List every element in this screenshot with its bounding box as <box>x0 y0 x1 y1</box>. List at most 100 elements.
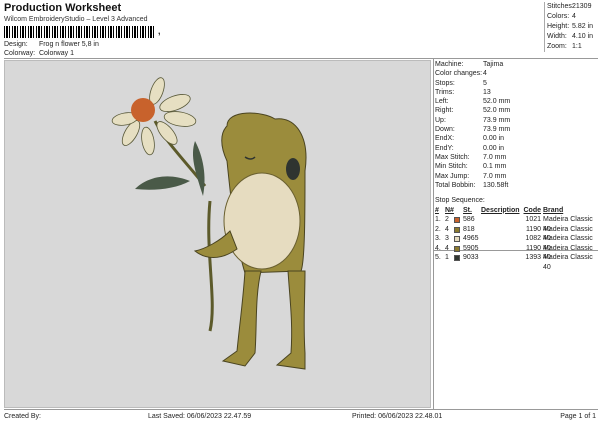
thread-code: 1190 <box>525 225 541 233</box>
param-row: EndX: 0.00 in <box>435 134 598 143</box>
thread-color-swatch <box>454 226 460 233</box>
stat-row: Zoom: 1:1 <box>545 42 598 52</box>
param-value: 4 <box>483 70 487 78</box>
param-value: 0.00 in <box>483 144 505 152</box>
software-subtitle: Wilcom EmbroideryStudio – Level 3 Advanc… <box>4 16 148 23</box>
param-label: Stops: <box>435 79 455 87</box>
col-st: St. <box>463 206 472 214</box>
param-row: Up: 73.9 mm <box>435 116 598 125</box>
thread-brand: Madeira Classic 40 <box>543 254 593 271</box>
stat-label: Colors: <box>547 13 570 20</box>
footer-divider <box>4 409 598 410</box>
barcode-tail: , <box>158 26 161 36</box>
colorway-label: Colorway: <box>4 50 36 57</box>
stitch-count: 818 <box>463 225 475 233</box>
param-row: Stops: 5 <box>435 79 598 88</box>
col-n: N# <box>445 206 454 214</box>
stat-row: Stitches: 21309 <box>545 2 598 12</box>
col-num: # <box>435 206 439 214</box>
thread-code: 1190 <box>525 244 541 252</box>
stop-num: 2. <box>435 225 441 233</box>
thread-description <box>481 225 523 235</box>
top-stats-panel: Stitches: 21309 Colors: 4 Height: 5.82 in W… <box>544 2 598 52</box>
stat-label: Height: <box>547 23 570 30</box>
thread-brand: Madeira Classic 40 <box>543 244 593 262</box>
last-saved: Last Saved: 06/06/2023 22.47.59 <box>148 413 252 420</box>
stop-row: 2. 4 818 1190 Madeira Classic 40 <box>435 225 598 243</box>
param-label: Max Stitch: <box>435 153 470 161</box>
param-value: 52.0 mm <box>483 107 511 115</box>
stat-label: Zoom: <box>547 43 567 50</box>
thread-description <box>481 244 523 254</box>
param-label: EndX: <box>435 135 455 143</box>
stop-row: 4. 4 5905 1190 Madeira Classic 40 <box>435 244 598 262</box>
param-row: EndY: 0.00 in <box>435 144 598 153</box>
param-label: Min Stitch: <box>435 163 468 171</box>
stat-row: Height: 5.82 in <box>545 22 598 32</box>
design-meta: Design: Frog n flower 5,8 in <box>4 41 99 48</box>
needle-num: 4 <box>445 225 449 233</box>
param-row: Right: 52.0 mm <box>435 106 598 115</box>
param-row: Max Jump: 7.0 mm <box>435 172 598 181</box>
stat-value: 4.10 in <box>572 33 594 40</box>
stat-label: Stitches: <box>547 3 574 10</box>
stop-sequence-title: Stop Sequence: <box>435 197 485 204</box>
page-number: Page 1 of 1 <box>560 413 596 420</box>
thread-description <box>481 215 523 225</box>
param-row: Color changes: 4 <box>435 69 598 78</box>
stitch-count: 5905 <box>463 244 479 252</box>
machine-params: Machine: Tajima Color changes: 4 Stops: 5 T… <box>435 60 598 190</box>
col-description: Description <box>481 206 520 214</box>
stat-row: Colors: 4 <box>545 12 598 22</box>
col-brand: Brand <box>543 206 564 214</box>
param-label: Trims: <box>435 88 455 96</box>
param-value: 7.0 mm <box>483 172 507 180</box>
col-swatch <box>454 206 463 216</box>
needle-num: 4 <box>445 244 449 252</box>
param-label: Total Bobbin: <box>435 181 476 189</box>
thread-color-swatch <box>454 217 460 223</box>
param-row: Left: 52.0 mm <box>435 97 598 106</box>
thread-code: 1021 <box>525 216 541 223</box>
needle-num: 2 <box>445 216 449 223</box>
param-label: Left: <box>435 98 449 106</box>
param-value: 0.1 mm <box>483 163 507 171</box>
stop-num: 3. <box>435 235 441 242</box>
stitch-count: 586 <box>463 216 475 223</box>
stop-row: 5. 1 9033 1393 Madeira Classic 40 <box>435 253 598 271</box>
header-divider <box>4 58 598 59</box>
thread-brand: Madeira Classic 40 <box>543 235 593 252</box>
colorway-meta: Colorway: Colorway 1 <box>4 50 74 57</box>
param-row: Min Stitch: 0.1 mm <box>435 162 598 171</box>
param-row: Down: 73.9 mm <box>435 125 598 134</box>
thread-color-swatch <box>454 255 460 261</box>
thread-code: 1393 <box>525 254 541 261</box>
needle-num: 3 <box>445 235 449 242</box>
col-code: Code <box>523 206 542 214</box>
param-label: Color changes: <box>435 70 483 78</box>
stat-value: 4 <box>572 13 576 20</box>
stop-row: 1. 2 586 1021 Madeira Classic 40 <box>435 215 598 233</box>
param-value: 13 <box>483 88 491 96</box>
param-label: Right: <box>435 107 454 115</box>
design-value: Frog n flower 5,8 in <box>38 41 99 48</box>
panel-divider <box>433 58 434 409</box>
stop-num: 1. <box>435 216 441 223</box>
param-value: 52.0 mm <box>483 98 511 106</box>
stat-value: 21309 <box>572 3 592 10</box>
thread-brand: Madeira Classic 40 <box>543 216 593 233</box>
thread-brand: Madeira Classic 40 <box>543 225 593 243</box>
needle-num: 1 <box>445 254 449 261</box>
thread-description <box>481 234 523 244</box>
stat-value: 1:1 <box>572 43 582 50</box>
param-value: 73.9 mm <box>483 126 511 134</box>
barcode <box>4 26 154 38</box>
stat-value: 5.82 in <box>572 23 594 30</box>
stop-sequence-header: # N# St. Description Code Brand <box>435 206 598 216</box>
thread-color-swatch <box>454 236 460 242</box>
param-value: 0.00 in <box>483 135 505 143</box>
param-label: Machine: <box>435 61 464 68</box>
param-value: 7.0 mm <box>483 153 507 161</box>
thread-description <box>481 253 523 263</box>
param-value: Tajima <box>483 61 504 68</box>
